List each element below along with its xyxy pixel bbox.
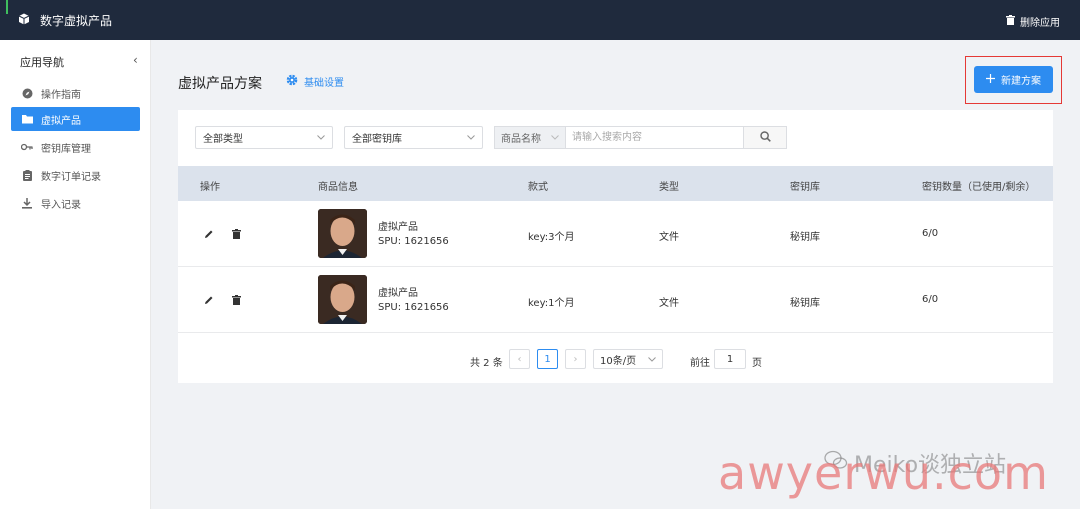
page-unit-label: 页 [752,358,762,369]
goto-page-input[interactable] [714,349,746,369]
header-type: 类型 [659,182,679,193]
chevron-down-icon [551,132,559,143]
cell-keystore: 秘钥库 [790,298,820,309]
product-name: 虚拟产品 [378,288,418,299]
type-select-value: 全部类型 [203,134,243,145]
delete-icon[interactable] [230,228,242,240]
next-page-button[interactable]: › [565,349,586,369]
sidebar-item-label: 密钥库管理 [41,143,91,155]
table-header: 操作 商品信息 款式 类型 密钥库 密钥数量（已使用/剩余） [178,166,1053,201]
delete-icon[interactable] [230,294,242,306]
cell-key-count: 6/0 [922,228,939,239]
search-button[interactable] [744,126,787,149]
delete-app-label: 删除应用 [1020,18,1060,29]
product-name: 虚拟产品 [378,222,418,233]
product-info: 虚拟产品 SPU: 1621656 [378,221,449,249]
main-content: 虚拟产品方案 基础设置 新建方案 全部类型 全部密钥库 商品名称 请输入搜索内容… [151,40,1080,509]
search-field-value: 商品名称 [501,134,541,145]
cell-style: key:3个月 [528,232,575,243]
search-field-select[interactable]: 商品名称 [494,126,565,149]
cell-key-count: 6/0 [922,294,939,305]
search-input[interactable] [565,126,744,149]
header-keystore: 密钥库 [790,182,820,193]
sidebar: 应用导航 ‹ 操作指南 虚拟产品 密钥库管理 数字订单记录 导入记录 [0,40,151,509]
goto-label: 前往 [690,358,710,369]
cell-type: 文件 [659,232,679,243]
page-number-button[interactable]: 1 [537,349,558,369]
table-row: 虚拟产品 SPU: 1621656 key:3个月 文件 秘钥库 6/0 [178,201,1053,267]
new-plan-label: 新建方案 [1001,76,1041,87]
app-brand: 数字虚拟产品 [18,12,112,29]
chevron-down-icon [648,354,656,365]
header-key-count: 密钥数量（已使用/剩余） [922,182,1036,193]
trash-icon [1006,15,1015,28]
pagination: 共 2 条 ‹ 1 › 10条/页 前往 页 [178,349,1053,371]
cube-icon [18,13,30,28]
page-size-value: 10条/页 [600,355,637,367]
chevron-down-icon [317,132,325,143]
gear-icon [286,74,298,89]
compass-icon [21,87,33,99]
clipboard-icon [21,169,33,181]
sidebar-item-label: 导入记录 [41,199,81,211]
pagination-total: 共 2 条 [470,358,503,369]
header-style: 款式 [528,182,548,193]
product-spu: SPU: 1621656 [378,236,449,247]
sidebar-item-label: 操作指南 [41,89,81,101]
product-info: 虚拟产品 SPU: 1621656 [378,287,449,315]
sidebar-item-imports[interactable]: 导入记录 [11,191,140,215]
product-spu: SPU: 1621656 [378,302,449,313]
basic-settings-link[interactable]: 基础设置 [286,74,344,89]
page-size-select[interactable]: 10条/页 [593,349,663,369]
delete-app-button[interactable]: 删除应用 [1006,14,1060,29]
search-icon [759,130,771,145]
sidebar-title: 应用导航 [20,56,64,69]
collapse-sidebar-icon[interactable]: ‹ [133,53,138,67]
app-title: 数字虚拟产品 [40,14,113,28]
table-row: 虚拟产品 SPU: 1621656 key:1个月 文件 秘钥库 6/0 [178,267,1053,333]
prev-page-button[interactable]: ‹ [509,349,530,369]
type-select[interactable]: 全部类型 [195,126,333,149]
key-icon [21,141,33,153]
keystore-select[interactable]: 全部密钥库 [344,126,483,149]
header-actions: 操作 [200,182,220,193]
cell-type: 文件 [659,298,679,309]
new-plan-button[interactable]: 新建方案 [974,66,1053,93]
top-bar: 数字虚拟产品 删除应用 [0,0,1080,40]
sidebar-item-guide[interactable]: 操作指南 [11,81,140,105]
download-icon [21,197,33,209]
sidebar-item-orders[interactable]: 数字订单记录 [11,163,140,187]
basic-settings-label: 基础设置 [304,78,344,89]
cell-style: key:1个月 [528,298,575,309]
table-panel: 全部类型 全部密钥库 商品名称 操作 商品信息 款式 类型 密钥库 密钥数量（已… [178,110,1053,383]
site-watermark: awyerwu.com [718,446,1049,500]
top-accent-line [6,0,8,14]
sidebar-item-keystore[interactable]: 密钥库管理 [11,135,140,159]
header-product-info: 商品信息 [318,182,358,193]
sidebar-item-label: 虚拟产品 [41,115,81,127]
product-thumbnail [318,275,367,324]
folder-icon [21,113,33,125]
edit-icon[interactable] [203,294,215,306]
sidebar-item-virtual-products[interactable]: 虚拟产品 [11,107,140,131]
keystore-select-value: 全部密钥库 [352,134,402,145]
chevron-down-icon [467,132,475,143]
sidebar-item-label: 数字订单记录 [41,171,101,183]
edit-icon[interactable] [203,228,215,240]
cell-keystore: 秘钥库 [790,232,820,243]
page-title: 虚拟产品方案 [178,76,262,92]
plus-icon [986,73,995,86]
product-thumbnail [318,209,367,258]
